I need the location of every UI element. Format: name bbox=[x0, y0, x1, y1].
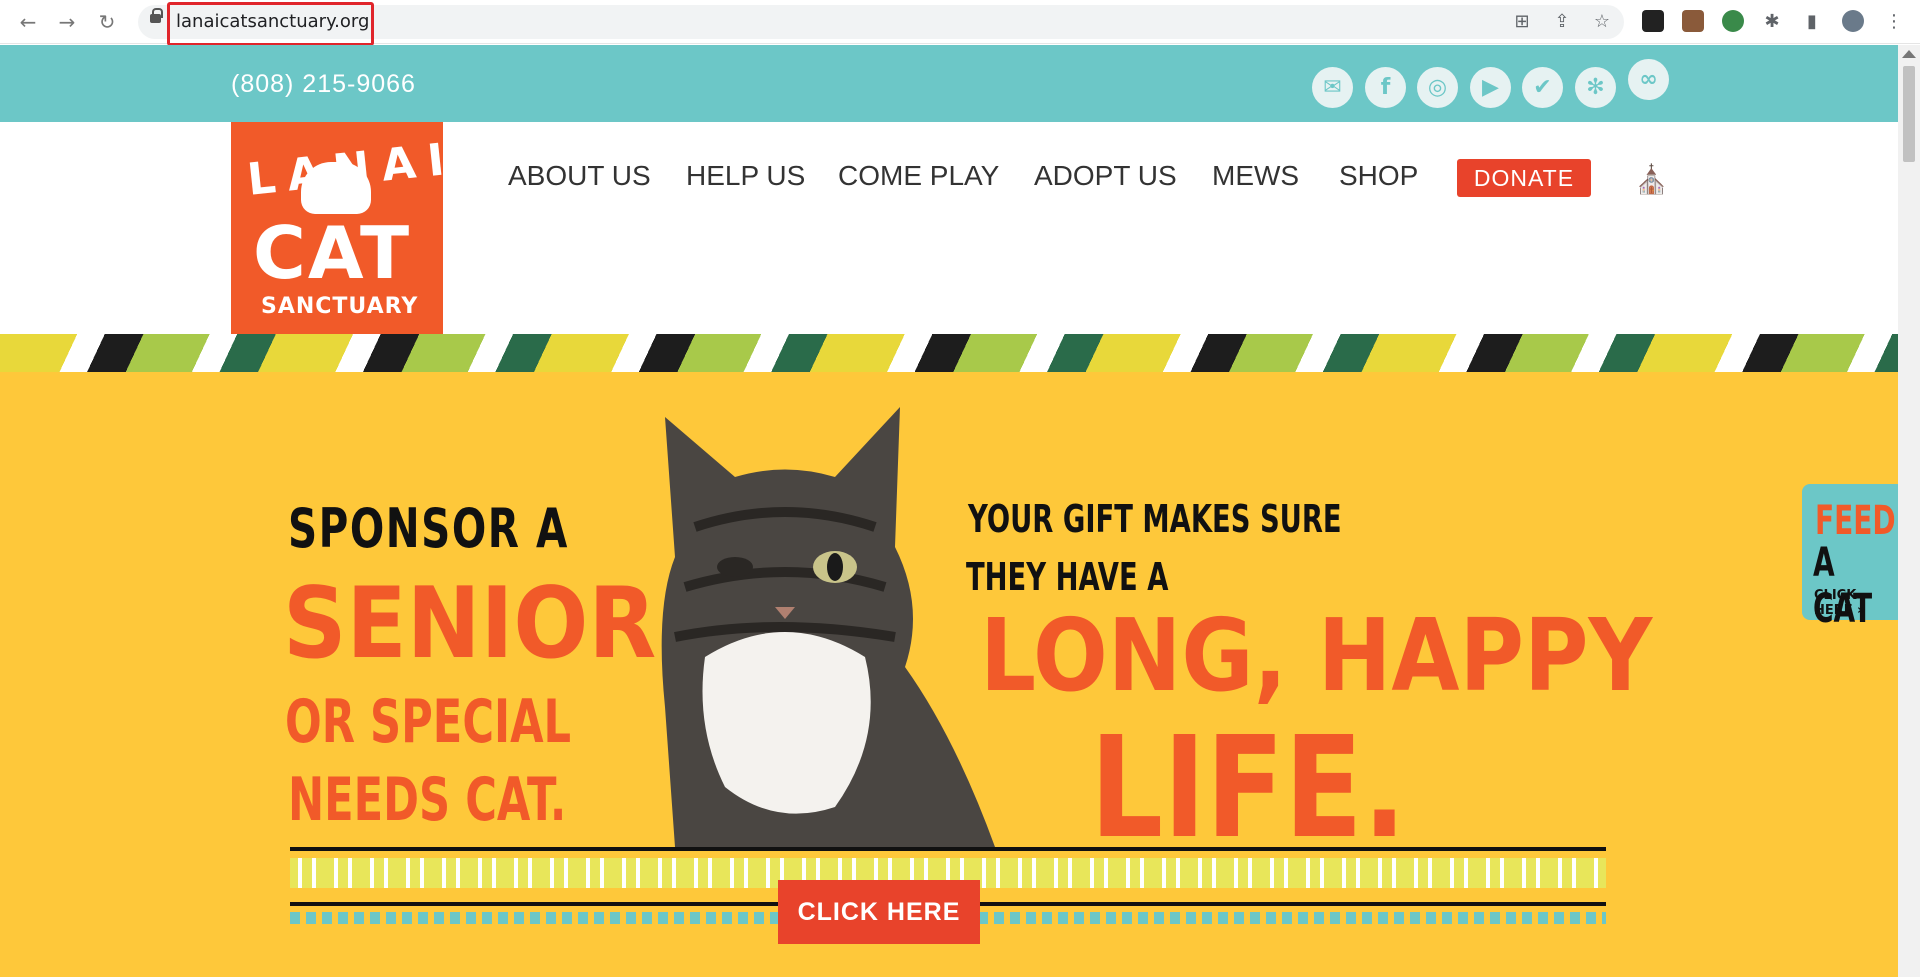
scrollbar-thumb[interactable] bbox=[1903, 66, 1915, 162]
hero-banner[interactable]: SPONSOR A SENIOR OR SPECIAL NEEDS CAT. Y… bbox=[0, 372, 1898, 977]
hero-gift-text: YOUR GIFT MAKES SURE bbox=[968, 497, 1342, 541]
yelp-icon[interactable]: ✻ bbox=[1575, 67, 1616, 108]
star-icon[interactable]: ☆ bbox=[1590, 10, 1614, 34]
page-scrollbar[interactable] bbox=[1898, 45, 1920, 977]
tripadvisor-icon[interactable]: ∞ bbox=[1628, 59, 1669, 100]
url-text[interactable]: lanaicatsanctuary.org bbox=[176, 11, 369, 32]
extension-icon-1[interactable] bbox=[1642, 10, 1664, 32]
hero-needs-cat-text: NEEDS CAT. bbox=[288, 765, 567, 835]
scroll-up-arrow-icon[interactable] bbox=[1902, 50, 1916, 58]
click-here-button[interactable]: CLICK HERE bbox=[778, 880, 980, 944]
site-header: LANAI CAT SANCTUARY ABOUT US HELP US COM… bbox=[0, 122, 1898, 334]
back-icon[interactable]: ← bbox=[14, 8, 42, 36]
feed-tab-a-cat-text: A CAT bbox=[1813, 540, 1873, 632]
twitter-icon[interactable]: ✔ bbox=[1522, 67, 1563, 108]
browser-toolbar: ← → ↻ lanaicatsanctuary.org ⊞ ⇪ ☆ ✱ ▮ ⋮ bbox=[0, 0, 1920, 46]
logo-cat-icon bbox=[301, 162, 371, 214]
translate-icon[interactable]: ⊞ bbox=[1510, 10, 1534, 34]
decorative-pattern-band bbox=[0, 334, 1898, 372]
feed-tab-click-here-text: CLICK HERE » bbox=[1814, 588, 1866, 618]
youtube-icon[interactable]: ▶ bbox=[1470, 67, 1511, 108]
hero-long-happy-text: LONG, HAPPY bbox=[980, 597, 1653, 714]
phone-number[interactable]: (808) 215-9066 bbox=[231, 70, 416, 99]
hero-or-special-text: OR SPECIAL bbox=[285, 687, 572, 757]
nav-mews[interactable]: MEWS bbox=[1212, 160, 1299, 192]
side-panel-icon[interactable]: ▮ bbox=[1800, 10, 1824, 34]
lock-icon[interactable] bbox=[150, 8, 163, 23]
facebook-icon[interactable]: f bbox=[1365, 67, 1406, 108]
browser-menu-icon[interactable]: ⋮ bbox=[1882, 10, 1906, 34]
logo-text-cat: CAT bbox=[253, 211, 412, 295]
email-icon[interactable]: ✉ bbox=[1312, 67, 1353, 108]
nav-adopt-us[interactable]: ADOPT US bbox=[1034, 160, 1177, 192]
instagram-icon[interactable]: ◎ bbox=[1417, 67, 1458, 108]
profile-avatar[interactable] bbox=[1842, 10, 1864, 32]
top-contact-bar: (808) 215-9066 ✉ f ◎ ▶ ✔ ✻ ∞ bbox=[0, 45, 1898, 122]
extensions-puzzle-icon[interactable]: ✱ bbox=[1760, 10, 1784, 34]
hero-sponsor-text: SPONSOR A bbox=[288, 497, 569, 560]
hero-they-have-text: THEY HAVE A bbox=[966, 555, 1169, 599]
hero-life-text: LIFE. bbox=[1090, 707, 1407, 870]
reload-icon[interactable]: ↻ bbox=[93, 8, 121, 36]
extension-icon-2[interactable] bbox=[1682, 10, 1704, 32]
donate-button[interactable]: DONATE bbox=[1457, 159, 1591, 197]
feed-tab-feed-text: FEED bbox=[1815, 498, 1896, 544]
nav-help-us[interactable]: HELP US bbox=[686, 160, 805, 192]
cat-photo bbox=[661, 407, 995, 847]
forward-icon[interactable]: → bbox=[53, 8, 81, 36]
nav-come-play[interactable]: COME PLAY bbox=[838, 160, 999, 192]
nav-about-us[interactable]: ABOUT US bbox=[508, 160, 651, 192]
logo-text-sanctuary: SANCTUARY bbox=[261, 294, 419, 319]
nav-shop[interactable]: SHOP bbox=[1339, 160, 1418, 192]
share-icon[interactable]: ⇪ bbox=[1550, 10, 1574, 34]
feed-a-cat-tab[interactable]: FEED A CAT CLICK HERE » bbox=[1802, 484, 1898, 632]
hero-senior-text: SENIOR bbox=[283, 567, 657, 681]
extension-icon-3[interactable] bbox=[1722, 10, 1744, 32]
hero-divider-top bbox=[290, 847, 1606, 851]
site-logo[interactable]: LANAI CAT SANCTUARY bbox=[231, 122, 458, 334]
cart-icon[interactable]: ⛪ bbox=[1634, 163, 1669, 196]
